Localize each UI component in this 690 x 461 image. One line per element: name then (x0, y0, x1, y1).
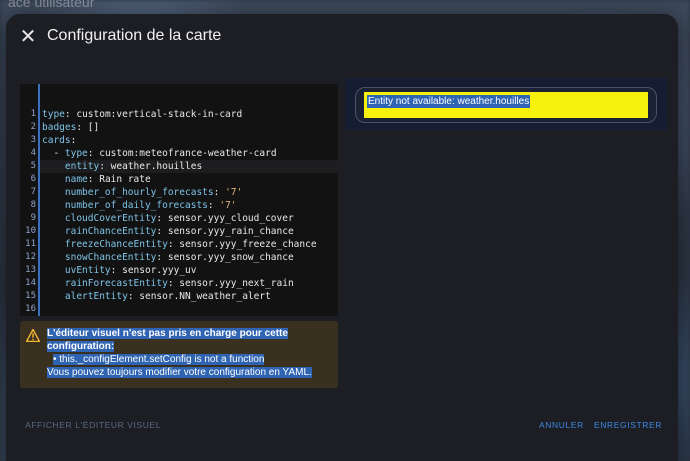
line-number: 10 (25, 226, 36, 236)
yaml-key: entity (64, 161, 100, 172)
code-line[interactable]: type: custom:vertical-stack-in-card (42, 108, 242, 121)
code-line[interactable]: alertEntity: sensor.NN_weather_alert (42, 290, 271, 303)
warning-message: L'éditeur visuel n'est pas pris en charg… (47, 327, 312, 379)
yaml-value: '7' (219, 187, 243, 198)
code-line[interactable]: freezeChanceEntity: sensor.yyy_freeze_ch… (42, 238, 317, 251)
line-number: 16 (25, 304, 36, 314)
yaml-value: sensor.yyy_uv (116, 265, 197, 276)
line-number: 1 (30, 109, 36, 119)
yaml-value: custom:meteofrance-weather-card (93, 148, 277, 159)
yaml-key: name (64, 174, 88, 185)
yaml-value: sensor.yyy_snow_chance (162, 252, 294, 263)
code-line[interactable]: name: Rain rate (42, 173, 151, 186)
preview-card: Entity not available: weather.houilles (355, 87, 657, 123)
close-icon[interactable]: ✕ (19, 27, 37, 47)
line-number: 15 (25, 291, 36, 301)
yaml-colon: : (70, 135, 77, 146)
line-number: 2 (30, 122, 36, 132)
yaml-key: type (64, 148, 88, 159)
yaml-value: sensor.yyy_freeze_chance (173, 239, 317, 250)
line-number: 14 (25, 278, 36, 288)
yaml-value: custom:vertical-stack-in-card (70, 109, 243, 120)
warning-bullet: this._configElement.setConfig is not a f… (59, 354, 265, 365)
line-number: 7 (30, 187, 36, 197)
yaml-key: rainChanceEntity (64, 226, 157, 237)
yaml-value: sensor.yyy_cloud_cover (162, 213, 294, 224)
yaml-value: sensor.yyy_rain_chance (162, 226, 294, 237)
entity-warning-box: Entity not available: weather.houilles (364, 92, 648, 118)
code-line[interactable]: cloudCoverEntity: sensor.yyy_cloud_cover (42, 212, 294, 225)
yaml-key: type (42, 109, 65, 120)
card-config-dialog: ✕ Configuration de la carte 1 type: custo… (6, 14, 678, 461)
yaml-key: alertEntity (64, 291, 128, 302)
warning-line-3: Vous pouvez toujours modifier votre conf… (47, 367, 312, 378)
yaml-key: snowChanceEntity (64, 252, 157, 263)
save-button[interactable]: Enregistrer (594, 420, 662, 430)
line-number: 5 (30, 161, 36, 171)
line-number: 3 (30, 135, 36, 145)
code-indent: - (42, 148, 65, 159)
line-number: 12 (25, 252, 36, 262)
yaml-key: badges (42, 122, 77, 133)
yaml-value: sensor.NN_weather_alert (133, 291, 271, 302)
line-number: 6 (30, 174, 36, 184)
warning-line-2: configuration: (47, 341, 115, 352)
yaml-key: uvEntity (64, 265, 111, 276)
yaml-value: weather.houilles (104, 161, 203, 172)
code-line[interactable]: - type: custom:meteofrance-weather-card (42, 147, 277, 160)
warning-triangle-icon (26, 329, 40, 342)
yaml-value: [] (82, 122, 100, 133)
line-number: 4 (30, 148, 36, 158)
yaml-value: Rain rate (93, 174, 151, 185)
yaml-code-editor[interactable]: 1 type: custom:vertical-stack-in-card 2 bad… (20, 84, 338, 316)
line-number: 8 (30, 200, 36, 210)
yaml-key: freezeChanceEntity (64, 239, 168, 250)
code-line[interactable]: number_of_daily_forecasts: '7' (42, 199, 237, 212)
yaml-key: cards (42, 135, 71, 146)
code-line[interactable]: rainChanceEntity: sensor.yyy_rain_chance (42, 225, 294, 238)
yaml-key: number_of_daily_forecasts (64, 200, 208, 211)
cancel-button[interactable]: Annuler (539, 420, 584, 430)
dialog-header: ✕ Configuration de la carte (6, 14, 678, 62)
code-line[interactable]: uvEntity: sensor.yyy_uv (42, 264, 197, 277)
show-visual-editor-button[interactable]: Afficher l'éditeur visuel (25, 420, 161, 430)
background-label: ace utilisateur (8, 0, 95, 10)
code-line[interactable]: badges: [] (42, 121, 99, 134)
code-line[interactable]: rainForecastEntity: sensor.yyy_next_rain (42, 277, 294, 290)
yaml-key: number_of_hourly_forecasts (64, 187, 214, 198)
warning-line-1: L'éditeur visuel n'est pas pris en charg… (47, 328, 288, 339)
line-number: 9 (30, 213, 36, 223)
code-line[interactable]: cards: (42, 134, 76, 147)
yaml-key: rainForecastEntity (64, 278, 168, 289)
yaml-value: '7' (213, 200, 237, 211)
dialog-title: Configuration de la carte (47, 27, 222, 44)
yaml-value: sensor.yyy_next_rain (173, 278, 294, 289)
yaml-key: cloudCoverEntity (64, 213, 157, 224)
card-preview-area: Entity not available: weather.houilles (345, 78, 667, 130)
code-line[interactable]: snowChanceEntity: sensor.yyy_snow_chance (42, 251, 294, 264)
line-number: 13 (25, 265, 36, 275)
code-line[interactable]: entity: weather.houilles (42, 160, 202, 173)
code-line[interactable]: number_of_hourly_forecasts: '7' (42, 186, 242, 199)
line-number: 11 (25, 239, 36, 249)
entity-not-available-text: Entity not available: weather.houilles (367, 95, 531, 108)
visual-editor-warning: L'éditeur visuel n'est pas pris en charg… (20, 321, 338, 388)
